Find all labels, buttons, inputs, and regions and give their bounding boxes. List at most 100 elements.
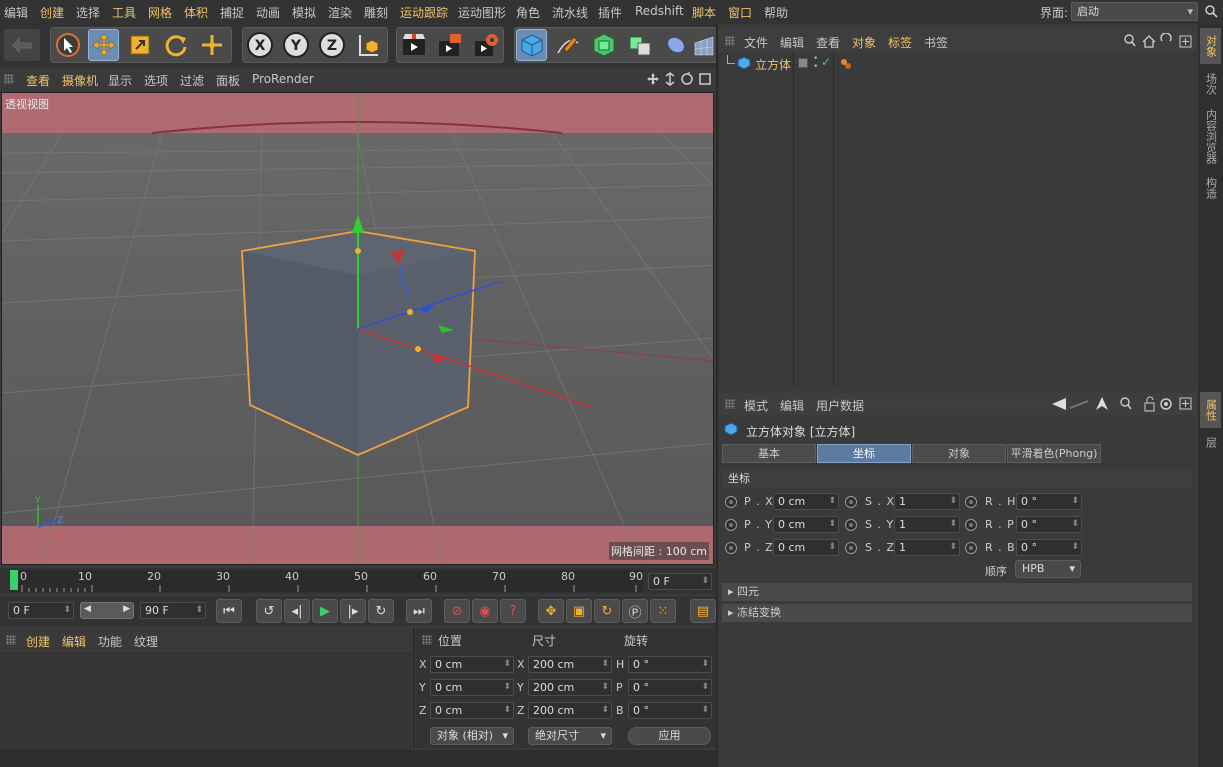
keyframe-radio-px[interactable] [725,496,737,508]
menu-create[interactable]: 创建 [40,4,64,21]
rot-h-field[interactable]: 0 ° [628,656,712,673]
keyframe-radio-rp[interactable] [965,519,977,531]
menu-simulate[interactable]: 模拟 [292,4,316,21]
goto-end-button[interactable]: ⏭ [406,599,432,623]
tab-content-browser[interactable]: 内容浏览器 [1200,104,1221,168]
size-y-field[interactable]: 200 cm [528,679,612,696]
viewport-menu-camera[interactable]: 摄像机 [62,72,98,89]
phong-tag-icon[interactable] [839,57,853,71]
tab-object[interactable]: 对象 [912,444,1006,463]
move-tool-icon[interactable] [88,29,119,61]
om-header-icons[interactable] [1122,33,1194,49]
section-quaternion[interactable]: ▸ 四元 [722,583,1192,601]
viewport-menu-panel[interactable]: 面板 [216,72,240,89]
am-menu-mode[interactable]: 模式 [744,397,768,414]
grip-handle[interactable] [6,635,16,645]
object-tree[interactable]: 立方体 • • ✓ [719,52,1195,386]
scale-tool-icon[interactable] [124,29,155,61]
size-mode-dropdown[interactable]: 绝对尺寸 [528,727,612,745]
size-z-field[interactable]: 200 cm [528,702,612,719]
visibility-dots-icon[interactable]: • • [813,55,818,72]
next-key-button[interactable]: ↻ [368,599,394,623]
subdivision-surface-icon[interactable] [588,29,619,61]
key-position-button[interactable]: ✥ [538,599,564,623]
menu-edit[interactable]: 编辑 [4,4,28,21]
keyframe-radio-rb[interactable] [965,542,977,554]
tab-basic[interactable]: 基本 [722,444,816,463]
om-menu-bookmarks[interactable]: 书签 [924,34,948,51]
frame-range-slider[interactable]: ◀ ▶ [80,602,134,619]
pos-y-field[interactable]: 0 cm [430,679,514,696]
viewport-menu-filter[interactable]: 过滤 [180,72,204,89]
rot-p-field[interactable]: 0 ° [628,679,712,696]
menu-help[interactable]: 帮助 [764,4,788,21]
am-menu-edit[interactable]: 编辑 [780,397,804,414]
y-axis-lock-button[interactable]: Y [280,29,311,61]
key-scale-button[interactable]: ▣ [566,599,592,623]
grip-handle[interactable] [725,36,735,46]
rot-p-attr-field[interactable]: 0 ° [1016,516,1082,533]
deformer-icon[interactable] [660,29,691,61]
keyframe-selection-button[interactable]: ? [500,599,526,623]
material-menu-texture[interactable]: 纹理 [134,633,158,650]
viewport-menu-display[interactable]: 显示 [108,72,132,89]
render-view-icon[interactable] [398,29,429,61]
material-menu-edit[interactable]: 编辑 [62,633,86,650]
transform-tool-icon[interactable] [196,29,227,61]
menu-mesh[interactable]: 网格 [148,4,172,21]
pos-z-field[interactable]: 0 cm [430,702,514,719]
render-settings-icon[interactable] [470,29,501,61]
play-button[interactable]: ▶ [312,599,338,623]
search-icon[interactable] [1204,4,1218,18]
coordinate-system-icon[interactable] [352,29,383,61]
perspective-viewport[interactable]: Y Z X 透视视图 网格间距 : 100 cm [1,92,714,565]
object-row-cube[interactable]: 立方体 • • ✓ [719,54,1195,72]
panel-divider[interactable] [413,628,415,748]
menu-tools[interactable]: 工具 [112,4,136,21]
menu-animate[interactable]: 动画 [256,4,280,21]
rotate-tool-icon[interactable] [160,29,191,61]
tab-attributes[interactable]: 属性 [1200,392,1221,428]
am-header-icons[interactable] [1050,395,1194,413]
rot-b-field[interactable]: 0 ° [628,702,712,719]
menu-select[interactable]: 选择 [76,4,100,21]
keyframe-radio-sx[interactable] [845,496,857,508]
tab-objects[interactable]: 对象 [1200,28,1221,64]
menu-render[interactable]: 渲染 [328,4,352,21]
layout-select[interactable]: 启动 [1071,2,1198,21]
rot-h-attr-field[interactable]: 0 ° [1016,493,1082,510]
key-rotation-button[interactable]: ↻ [594,599,620,623]
keyframe-radio-sy[interactable] [845,519,857,531]
floor-icon[interactable] [692,29,716,61]
scale-x-attr-field[interactable]: 1 [894,493,960,510]
menu-redshift[interactable]: Redshift [635,4,684,18]
undo-icon[interactable] [4,29,40,61]
om-menu-view[interactable]: 查看 [816,34,840,51]
pos-y-attr-field[interactable]: 0 cm [773,516,839,533]
pos-z-attr-field[interactable]: 0 cm [773,539,839,556]
keyframe-radio-pz[interactable] [725,542,737,554]
om-menu-tags[interactable]: 标签 [888,34,912,51]
tab-structure[interactable]: 构造 [1200,170,1221,206]
key-parameter-button[interactable]: Ⓟ [622,599,648,623]
key-pla-button[interactable]: ⁙ [650,599,676,623]
cube-icon[interactable] [516,29,547,61]
prev-key-button[interactable]: ↺ [256,599,282,623]
keyframe-radio-rh[interactable] [965,496,977,508]
material-menu-create[interactable]: 创建 [26,633,50,650]
menu-pipeline[interactable]: 流水线 [552,4,588,21]
current-frame-field[interactable]: 0 F [648,573,712,590]
start-frame-field[interactable]: 0 F [8,602,74,619]
grip-handle[interactable] [725,399,735,409]
grip-handle[interactable] [4,74,14,84]
menu-sculpt[interactable]: 雕刻 [364,4,388,21]
end-frame-field[interactable]: 90 F [140,602,206,619]
tab-coord[interactable]: 坐标 [817,444,911,463]
prev-frame-button[interactable]: ◂| [284,599,310,623]
om-menu-edit[interactable]: 编辑 [780,34,804,51]
rotation-order-dropdown[interactable]: HPB [1015,560,1081,578]
tab-phong[interactable]: 平滑着色(Phong) [1007,444,1101,463]
record-keys-button[interactable]: ⊘ [444,599,470,623]
cloner-icon[interactable] [624,29,655,61]
menu-motion-tracking[interactable]: 运动跟踪 [400,4,448,21]
